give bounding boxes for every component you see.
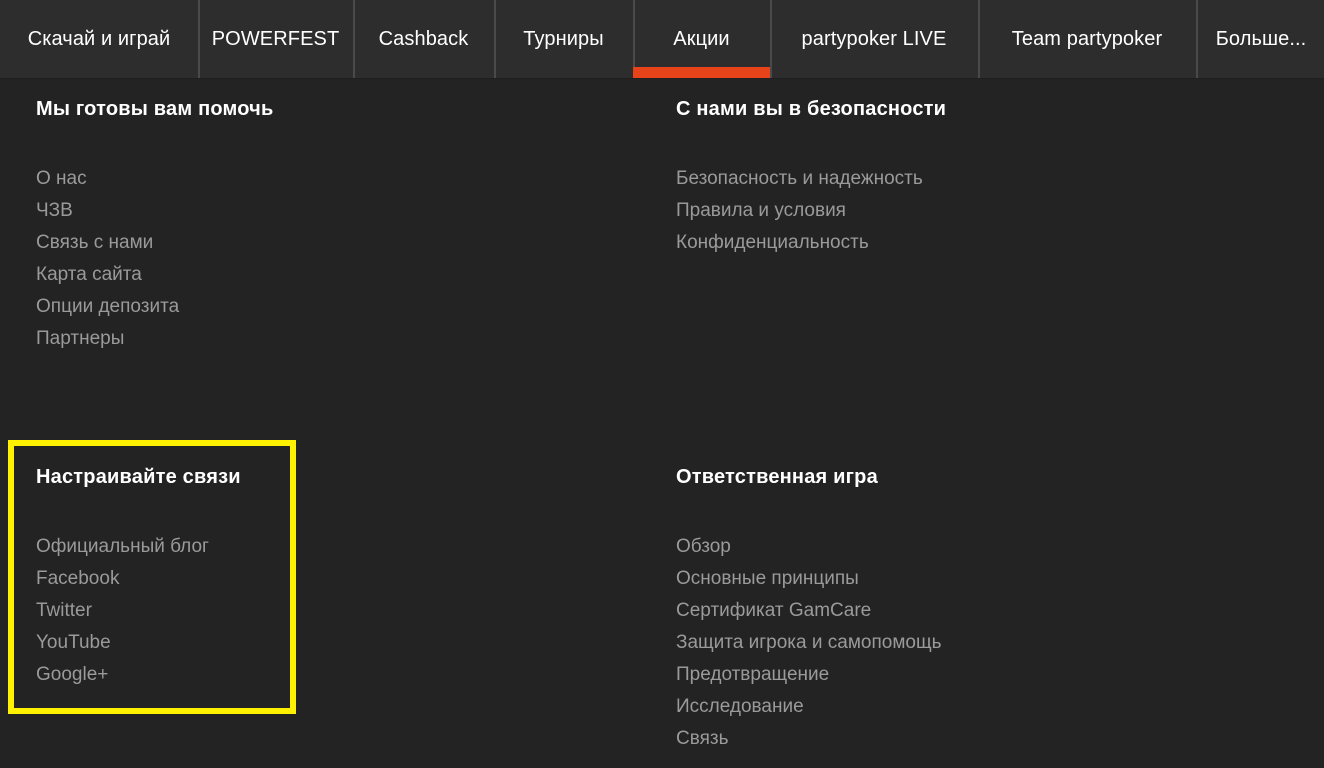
nav-item-label: Team partypoker — [1011, 27, 1163, 50]
footer-column-heading: Ответственная игра — [676, 466, 878, 488]
footer-link-list: Безопасность и надежность Правила и усло… — [676, 163, 946, 259]
footer-link-gamcare-certificate[interactable]: Сертификат GamCare — [676, 595, 941, 627]
footer-link-terms-and-conditions[interactable]: Правила и условия — [676, 195, 946, 227]
footer-column-help: Мы готовы вам помочь О нас ЧЗВ Связь с н… — [36, 98, 273, 355]
nav-item-label: Больше... — [1215, 27, 1307, 50]
footer-column-heading: Настраивайте связи — [36, 466, 241, 488]
nav-item-label: POWERFEST — [211, 27, 340, 50]
nav-item-label: Cashback — [378, 27, 469, 50]
footer-link-official-blog[interactable]: Официальный блог — [36, 531, 241, 563]
footer-link-list: О нас ЧЗВ Связь с нами Карта сайта Опции… — [36, 163, 273, 355]
footer-column-social: Настраивайте связи Официальный блог Face… — [36, 466, 241, 691]
footer-link-list: Официальный блог Facebook Twitter YouTub… — [36, 531, 241, 691]
nav-active-underline — [633, 67, 770, 78]
footer-link-safety-and-security[interactable]: Безопасность и надежность — [676, 163, 946, 195]
footer-column-heading: С нами вы в безопасности — [676, 98, 947, 120]
page-root: Скачай и играй POWERFEST Cashback Турнир… — [0, 0, 1324, 768]
footer-column-heading: Мы готовы вам помочь — [36, 98, 274, 120]
nav-item-label: partypoker LIVE — [801, 27, 947, 50]
main-navigation: Скачай и играй POWERFEST Cashback Турнир… — [0, 0, 1324, 79]
nav-item-powerfest[interactable]: POWERFEST — [198, 0, 353, 78]
footer-link-twitter[interactable]: Twitter — [36, 595, 241, 627]
footer-link-sitemap[interactable]: Карта сайта — [36, 259, 273, 291]
nav-item-tournaments[interactable]: Турниры — [494, 0, 633, 78]
nav-item-label: Турниры — [523, 27, 604, 50]
footer-link-youtube[interactable]: YouTube — [36, 627, 241, 659]
nav-item-download-and-play[interactable]: Скачай и играй — [0, 0, 198, 78]
footer-link-list: Обзор Основные принципы Сертификат GamCa… — [676, 531, 941, 755]
footer-link-contact-us[interactable]: Связь с нами — [36, 227, 273, 259]
nav-item-partypoker-live[interactable]: partypoker LIVE — [770, 0, 978, 78]
footer-link-prevention[interactable]: Предотвращение — [676, 659, 941, 691]
footer-link-contact[interactable]: Связь — [676, 723, 941, 755]
footer-link-deposit-options[interactable]: Опции депозита — [36, 291, 273, 323]
nav-item-more[interactable]: Больше... — [1196, 0, 1324, 78]
footer-link-player-protection[interactable]: Защита игрока и самопомощь — [676, 627, 941, 659]
nav-item-label: Акции — [673, 27, 730, 50]
footer-link-research[interactable]: Исследование — [676, 691, 941, 723]
footer-link-googleplus[interactable]: Google+ — [36, 659, 241, 691]
footer-column-responsible-gaming: Ответственная игра Обзор Основные принци… — [676, 466, 941, 755]
footer-link-facebook[interactable]: Facebook — [36, 563, 241, 595]
footer-link-partners[interactable]: Партнеры — [36, 323, 273, 355]
footer-link-privacy[interactable]: Конфиденциальность — [676, 227, 946, 259]
footer-link-faq[interactable]: ЧЗВ — [36, 195, 273, 227]
footer-column-security: С нами вы в безопасности Безопасность и … — [676, 98, 946, 259]
footer: Мы готовы вам помочь О нас ЧЗВ Связь с н… — [0, 79, 1324, 768]
footer-link-about-us[interactable]: О нас — [36, 163, 273, 195]
nav-item-promotions[interactable]: Акции — [633, 0, 770, 78]
nav-item-cashback[interactable]: Cashback — [353, 0, 494, 78]
nav-item-team-partypoker[interactable]: Team partypoker — [978, 0, 1196, 78]
footer-link-core-principles[interactable]: Основные принципы — [676, 563, 941, 595]
footer-link-overview[interactable]: Обзор — [676, 531, 941, 563]
nav-item-label: Скачай и играй — [27, 27, 171, 50]
